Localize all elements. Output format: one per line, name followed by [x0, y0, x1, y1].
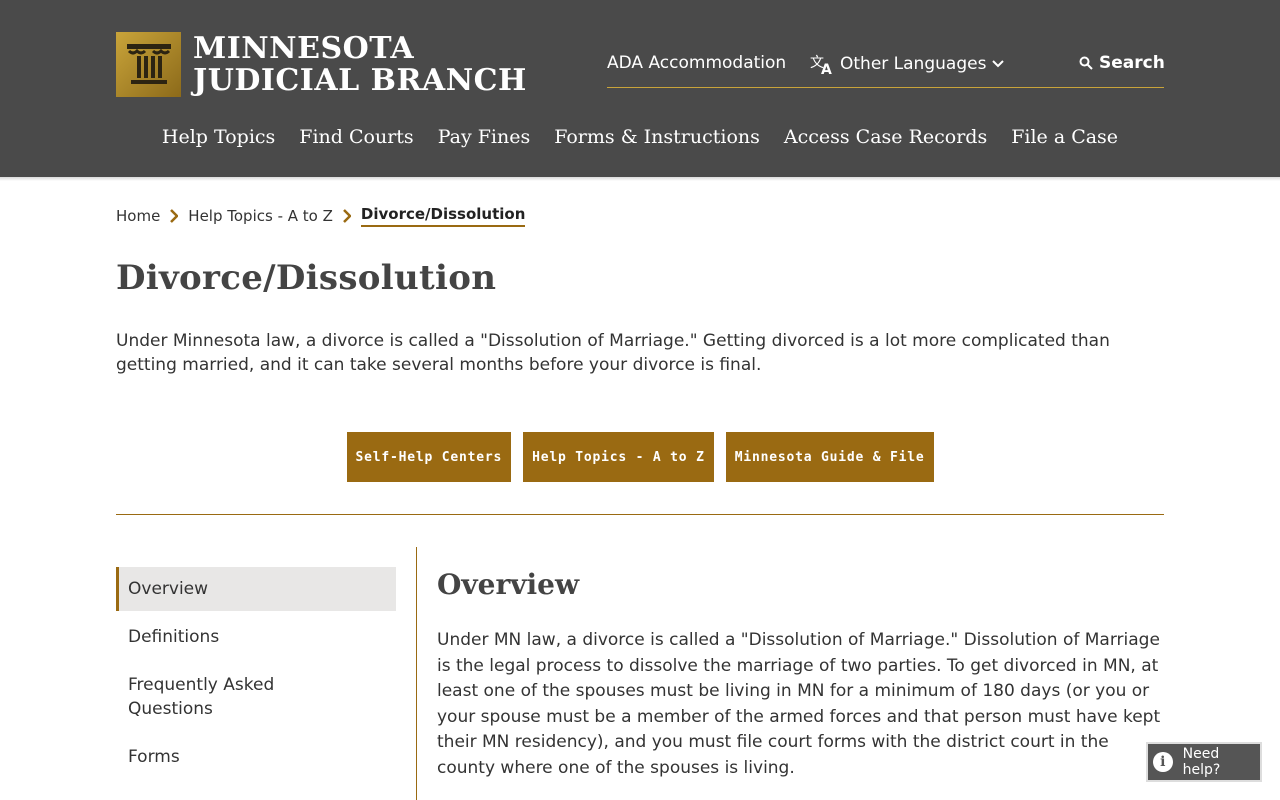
- site-logo-text: MINNESOTA JUDICIAL BRANCH: [193, 30, 527, 98]
- intro-paragraph: Under Minnesota law, a divorce is called…: [116, 331, 1110, 375]
- svg-text:A: A: [821, 62, 832, 75]
- translate-icon: 文 A: [810, 55, 832, 75]
- need-help-button[interactable]: i Need help?: [1146, 742, 1262, 782]
- courthouse-pillar-icon: [116, 32, 181, 97]
- chevron-down-icon: [992, 60, 1005, 68]
- section-sidebar: Overview Definitions Frequently Asked Qu…: [116, 567, 396, 779]
- sidebar-divider: [416, 547, 417, 800]
- help-topics-a-to-z-button[interactable]: Help Topics - A to Z: [523, 432, 714, 482]
- nav-forms-instructions[interactable]: Forms & Instructions: [554, 126, 760, 148]
- need-help-label: Need help?: [1182, 746, 1221, 778]
- nav-pay-fines[interactable]: Pay Fines: [438, 126, 531, 148]
- site-logo-link[interactable]: MINNESOTA JUDICIAL BRANCH: [116, 32, 527, 97]
- ada-accommodation-link[interactable]: ADA Accommodation: [607, 53, 786, 73]
- main-navigation: Help Topics Find Courts Pay Fines Forms …: [0, 126, 1280, 148]
- section-title: Overview: [437, 568, 580, 601]
- chevron-right-icon: [343, 209, 351, 223]
- site-header: MINNESOTA JUDICIAL BRANCH ADA Accommodat…: [0, 0, 1280, 177]
- breadcrumb-help-topics[interactable]: Help Topics - A to Z: [188, 207, 333, 225]
- breadcrumb-home[interactable]: Home: [116, 207, 160, 225]
- logo-line-2: JUDICIAL BRANCH: [193, 62, 527, 98]
- page-title: Divorce/Dissolution: [116, 258, 497, 298]
- self-help-centers-button[interactable]: Self-Help Centers: [346, 432, 512, 482]
- section-body: Under MN law, a divorce is called a "Dis…: [437, 630, 1161, 778]
- sidebar-item-overview[interactable]: Overview: [116, 567, 396, 611]
- nav-file-a-case[interactable]: File a Case: [1011, 126, 1118, 148]
- search-label: Search: [1099, 53, 1165, 73]
- utility-bar: ADA Accommodation 文 A Other Languages Se…: [607, 50, 1165, 88]
- sidebar-item-faq[interactable]: Frequently Asked Questions: [116, 663, 316, 731]
- quick-links: Self-Help Centers Help Topics - A to Z M…: [0, 432, 1280, 482]
- sidebar-item-forms[interactable]: Forms: [116, 735, 396, 779]
- other-languages-dropdown[interactable]: 文 A Other Languages: [810, 53, 1010, 75]
- breadcrumb: Home Help Topics - A to Z Divorce/Dissol…: [116, 205, 526, 227]
- search-icon: [1079, 56, 1093, 70]
- logo-line-1: MINNESOTA: [193, 30, 415, 66]
- minnesota-guide-file-button[interactable]: Minnesota Guide & File: [725, 432, 934, 482]
- nav-find-courts[interactable]: Find Courts: [299, 126, 413, 148]
- info-icon: i: [1153, 752, 1173, 772]
- chevron-right-icon: [170, 209, 179, 223]
- nav-help-topics[interactable]: Help Topics: [162, 126, 275, 148]
- nav-access-case-records[interactable]: Access Case Records: [784, 126, 987, 148]
- section-divider: [116, 514, 1164, 515]
- sidebar-item-definitions[interactable]: Definitions: [116, 615, 396, 659]
- breadcrumb-current: Divorce/Dissolution: [360, 205, 526, 227]
- header-shadow: [0, 177, 1280, 181]
- other-languages-label: Other Languages: [840, 54, 987, 74]
- search-button[interactable]: Search: [1079, 53, 1165, 73]
